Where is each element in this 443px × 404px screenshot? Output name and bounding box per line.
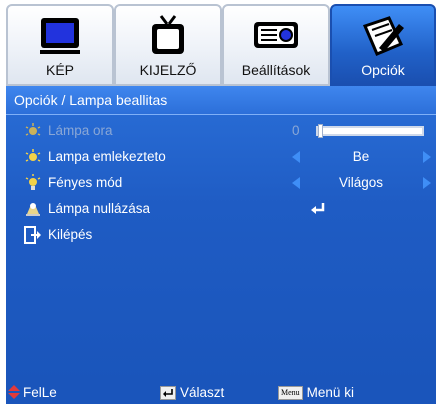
footer-nav-label: FelLe xyxy=(23,385,57,401)
footer-navigate: FelLe xyxy=(8,385,57,402)
tab-label: Opciók xyxy=(361,62,405,78)
enter-icon[interactable] xyxy=(310,202,326,219)
arrow-left-icon[interactable] xyxy=(292,151,300,163)
row-label: Kilépés xyxy=(48,227,93,242)
tab-beallitasok[interactable]: Beállítások xyxy=(222,4,330,86)
projector-icon xyxy=(251,14,301,63)
lamp-hours-value: 0 xyxy=(292,123,300,138)
lamp-icon xyxy=(24,122,42,140)
exit-icon xyxy=(24,226,42,244)
footer-select: Választ xyxy=(160,385,225,401)
footer-menu: Menu Menü ki xyxy=(278,385,354,401)
tab-bar: KÉP KIJELZŐ Beállítások Opciók xyxy=(6,4,436,86)
pencil-paper-icon xyxy=(359,14,407,63)
arrow-left-icon[interactable] xyxy=(292,177,300,189)
row-kilepes[interactable]: Kilépés xyxy=(6,222,436,248)
footer-bar: FelLe Választ Menu Menü ki xyxy=(6,382,436,404)
bulb-icon xyxy=(24,174,42,192)
breadcrumb: Opciók / Lampa beallitas xyxy=(6,86,436,114)
menu-key-icon: Menu xyxy=(278,386,303,401)
tab-label: KIJELZŐ xyxy=(139,62,197,78)
arrow-right-icon[interactable] xyxy=(423,177,431,189)
row-label: Fényes mód xyxy=(48,175,123,190)
options-panel: Opciók / Lampa beallitas Lámpa ora 0 Lam… xyxy=(6,86,436,382)
footer-menu-label: Menü ki xyxy=(306,385,354,400)
tab-kep[interactable]: KÉP xyxy=(6,4,114,86)
row-lampa-ora: Lámpa ora 0 xyxy=(6,118,436,144)
tab-label: Beállítások xyxy=(241,62,311,78)
divider xyxy=(6,114,436,115)
monitor-icon xyxy=(38,14,82,63)
osd-menu: KÉP KIJELZŐ Beállítások Opciók Opciók / … xyxy=(0,0,443,404)
tab-label: KÉP xyxy=(45,62,74,78)
row-value: Be xyxy=(352,149,370,164)
tab-opciok[interactable]: Opciók xyxy=(330,4,436,86)
footer-select-label: Választ xyxy=(180,385,225,400)
up-down-arrow-icon xyxy=(8,385,20,402)
row-lampa-nullazasa[interactable]: Lámpa nullázása xyxy=(6,196,436,222)
row-label: Lámpa ora xyxy=(48,123,113,138)
tv-icon xyxy=(146,14,190,63)
lamp-hours-slider xyxy=(316,124,424,138)
row-label: Lámpa nullázása xyxy=(48,201,151,216)
arrow-right-icon[interactable] xyxy=(423,151,431,163)
lamp-reset-icon xyxy=(24,200,42,218)
row-label: Lampa emlekezteto xyxy=(48,149,166,164)
tab-kijelzo[interactable]: KIJELZŐ xyxy=(114,4,222,86)
row-lampa-emlekezteto[interactable]: Lampa emlekezteto Be xyxy=(6,144,436,170)
slider-knob xyxy=(318,124,323,138)
row-fenyes-mod[interactable]: Fényes mód Világos xyxy=(6,170,436,196)
lamp-icon xyxy=(24,148,42,166)
row-value: Világos xyxy=(338,175,384,190)
enter-key-icon xyxy=(160,386,176,401)
